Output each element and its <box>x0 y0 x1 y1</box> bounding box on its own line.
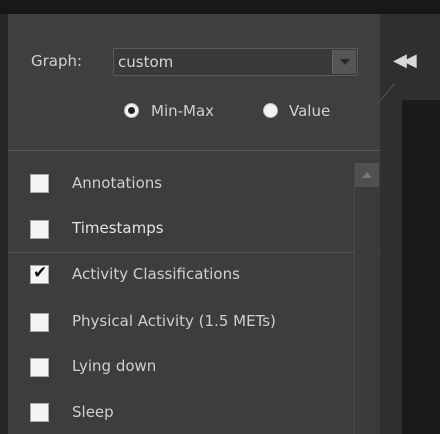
checkbox-annotations-label[interactable]: Annotations <box>72 174 162 192</box>
radio-min-max[interactable] <box>124 103 139 118</box>
graph-select[interactable]: custom <box>113 48 358 76</box>
checkmark-icon: ✔ <box>33 263 48 283</box>
graph-label: Graph: <box>31 52 83 70</box>
radio-min-max-label[interactable]: Min-Max <box>151 102 214 120</box>
graph-settings-section <box>8 14 380 150</box>
checkbox-activity-classifications[interactable]: ✔ <box>30 263 49 284</box>
checkbox-sleep[interactable] <box>30 403 49 422</box>
graph-select-value: custom <box>118 53 174 71</box>
checkbox-lying-down[interactable] <box>30 358 49 377</box>
window-title: — — — <box>24 0 76 6</box>
checkbox-timestamps-label[interactable]: Timestamps <box>72 219 164 237</box>
scroll-track[interactable] <box>355 193 379 434</box>
list-group-divider <box>8 252 380 253</box>
checkbox-timestamps[interactable] <box>30 220 49 239</box>
window-title-bar: — — — <box>0 0 440 14</box>
chevron-down-icon[interactable] <box>332 50 356 74</box>
checkbox-physical-activity[interactable] <box>30 313 49 332</box>
scroll-up-icon[interactable] <box>355 163 379 187</box>
graph-area <box>402 100 440 434</box>
checkbox-lying-down-label[interactable]: Lying down <box>72 357 156 375</box>
section-divider <box>8 150 380 151</box>
radio-value[interactable] <box>263 103 278 118</box>
radio-value-label[interactable]: Value <box>289 102 330 120</box>
double-chevron-left-icon[interactable]: ◀◀ <box>393 50 417 71</box>
list-scrollbar[interactable] <box>354 163 379 434</box>
checkbox-activity-classifications-label[interactable]: Activity Classifications <box>72 265 240 283</box>
checkbox-sleep-label[interactable]: Sleep <box>72 403 114 421</box>
checkbox-annotations[interactable] <box>30 174 49 193</box>
checkbox-physical-activity-label[interactable]: Physical Activity (1.5 METs) <box>72 312 276 330</box>
